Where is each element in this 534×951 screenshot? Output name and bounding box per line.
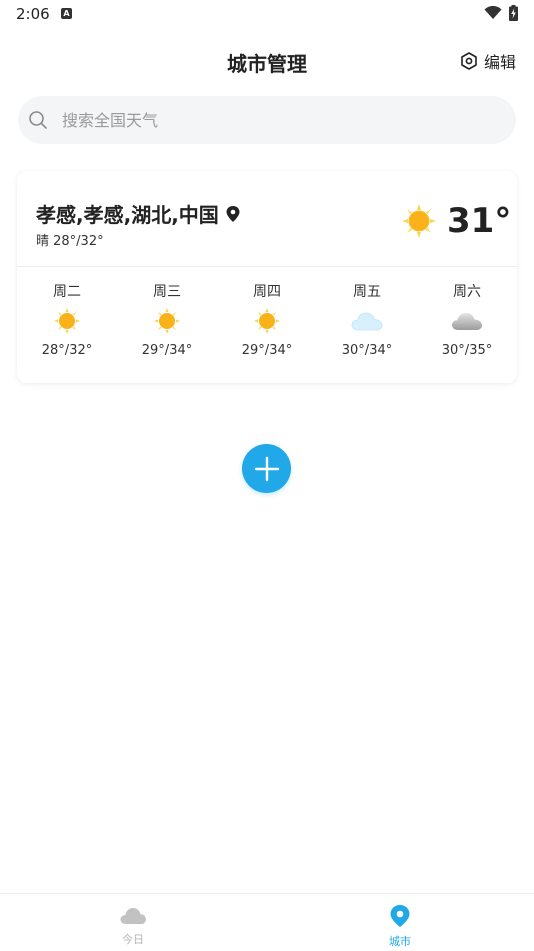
forecast-day: 周四 29°/34° xyxy=(217,281,317,358)
forecast-range: 28°/32° xyxy=(41,343,93,358)
current-temperature: 31° xyxy=(447,201,512,241)
sun-icon xyxy=(254,308,280,334)
forecast-range: 30°/35° xyxy=(441,343,493,358)
header: 城市管理 编辑 xyxy=(0,40,534,80)
notification-a-icon: A xyxy=(61,8,72,19)
search-input[interactable] xyxy=(60,109,464,131)
bottom-nav: 今日 城市 xyxy=(0,893,534,951)
light-cloud-icon xyxy=(351,312,383,331)
status-time: 2:06 xyxy=(16,5,50,23)
card-divider xyxy=(17,266,517,267)
forecast-range: 29°/34° xyxy=(241,343,293,358)
search-icon xyxy=(29,111,47,129)
page-title: 城市管理 xyxy=(227,52,307,76)
nav-label-today: 今日 xyxy=(122,933,144,946)
forecast-day-name: 周三 xyxy=(153,284,181,300)
city-name-text: 孝感,孝感,湖北,中国 xyxy=(36,203,219,227)
search-box[interactable] xyxy=(18,96,516,144)
forecast-day-name: 周四 xyxy=(253,284,281,300)
forecast-day-name: 周二 xyxy=(53,284,81,300)
forecast-day: 周二 28°/32° xyxy=(17,281,117,358)
forecast-range: 30°/34° xyxy=(341,343,393,358)
battery-charging-icon xyxy=(509,5,518,21)
forecast-day: 周三 29°/34° xyxy=(117,281,217,358)
city-name: 孝感,孝感,湖北,中国 xyxy=(36,199,241,228)
nav-label-city: 城市 xyxy=(389,935,411,948)
sun-icon xyxy=(154,308,180,334)
forecast-day-name: 周六 xyxy=(453,284,481,300)
city-weather-card[interactable]: 孝感,孝感,湖北,中国 晴 28°/32° 31° 周二 28°/32° 周三 … xyxy=(17,171,517,383)
cloud-icon xyxy=(452,313,482,330)
sun-icon xyxy=(54,308,80,334)
edit-button[interactable]: 编辑 xyxy=(460,49,516,73)
forecast-day: 周六 30°/35° xyxy=(417,281,517,358)
location-pin-icon xyxy=(390,905,410,927)
status-bar: 2:06 A xyxy=(0,0,534,28)
plus-icon xyxy=(254,456,279,481)
nav-item-city[interactable]: 城市 xyxy=(360,904,440,949)
settings-hexagon-icon xyxy=(461,52,477,70)
sun-icon xyxy=(402,204,436,238)
forecast-day: 周五 30°/34° xyxy=(317,281,417,358)
forecast-range: 29°/34° xyxy=(141,343,193,358)
location-pin-icon xyxy=(226,205,240,222)
forecast-row: 周二 28°/32° 周三 29°/34° 周四 29°/34° 周五 30°/… xyxy=(17,281,517,371)
cloud-icon xyxy=(120,908,146,924)
wifi-icon xyxy=(484,6,502,19)
today-summary: 晴 28°/32° xyxy=(36,234,104,249)
edit-label: 编辑 xyxy=(483,53,516,72)
add-city-button[interactable] xyxy=(242,444,291,493)
forecast-day-name: 周五 xyxy=(353,284,381,300)
nav-item-today[interactable]: 今日 xyxy=(93,904,173,947)
